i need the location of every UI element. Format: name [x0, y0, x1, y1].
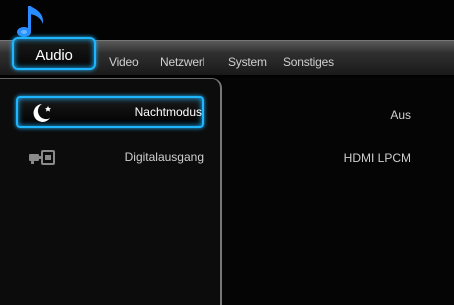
tab-video[interactable]: Video [109, 50, 139, 74]
digital-output-icon [28, 147, 56, 169]
menu-item-nachtmodus[interactable]: Nachtmodus [16, 96, 204, 128]
menu-item-label: Digitalausgang [124, 150, 204, 164]
tab-sonstiges[interactable]: Sonstiges [283, 50, 334, 74]
top-band [0, 0, 454, 40]
digitalausgang-value: HDMI LPCM [343, 151, 411, 165]
menu-item-digitalausgang[interactable]: Digitalausgang [16, 143, 204, 175]
tab-audio[interactable]: Audio [12, 37, 96, 70]
menu-item-label: Nachtmodus [134, 105, 202, 119]
nachtmodus-value: Aus [390, 108, 411, 122]
night-mode-icon [28, 102, 56, 124]
settings-values-panel [222, 78, 454, 305]
tab-system[interactable]: System [228, 50, 267, 74]
tab-netzwerk[interactable]: Netzwerk [160, 50, 204, 74]
settings-screen: Audio Video Netzwerk System Sonstiges Na… [0, 0, 454, 305]
